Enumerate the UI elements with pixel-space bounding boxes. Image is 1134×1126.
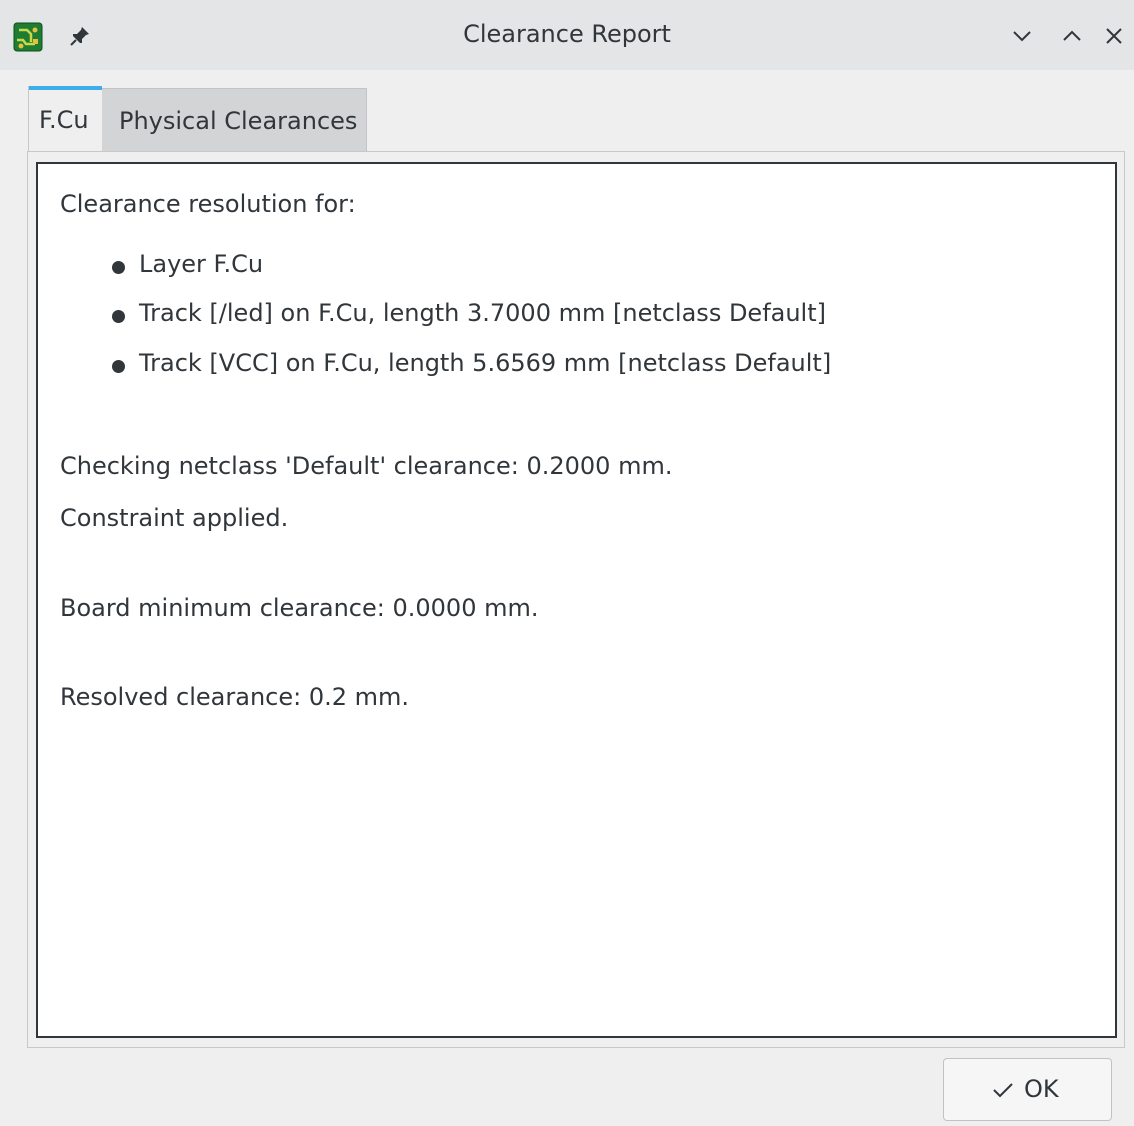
- ok-label: OK: [1024, 1075, 1059, 1103]
- tab-physical-clearances[interactable]: Physical Clearances: [102, 88, 367, 152]
- window-title: Clearance Report: [463, 20, 671, 48]
- tab-label: Physical Clearances: [119, 107, 358, 135]
- report-board-min: Board minimum clearance: 0.0000 mm.: [60, 594, 539, 622]
- tab-f-cu[interactable]: F.Cu: [28, 86, 102, 152]
- bullet-icon: [112, 310, 125, 323]
- ok-button[interactable]: OK: [943, 1058, 1112, 1121]
- clearance-report-dialog: Clearance Report F.Cu Physical Clearance…: [0, 0, 1134, 1126]
- close-icon[interactable]: [1100, 22, 1128, 50]
- check-icon: [993, 1083, 1013, 1098]
- report-checking: Checking netclass 'Default' clearance: 0…: [60, 452, 673, 480]
- bullet-icon: [112, 360, 125, 373]
- report-item: Track [/led] on F.Cu, length 3.7000 mm […: [139, 299, 826, 327]
- chevron-down-icon[interactable]: [1008, 22, 1036, 50]
- title-bar[interactable]: Clearance Report: [0, 0, 1134, 70]
- report-item: Track [VCC] on F.Cu, length 5.6569 mm [n…: [139, 349, 832, 377]
- report-heading: Clearance resolution for:: [60, 190, 356, 218]
- report-view[interactable]: Clearance resolution for: Layer F.Cu Tra…: [36, 162, 1117, 1038]
- tab-label: F.Cu: [39, 106, 89, 134]
- report-resolved: Resolved clearance: 0.2 mm.: [60, 683, 410, 711]
- active-tab-indicator: [29, 86, 102, 90]
- report-applied: Constraint applied.: [60, 504, 289, 532]
- report-item: Layer F.Cu: [139, 250, 264, 278]
- bullet-icon: [112, 261, 125, 274]
- chevron-up-icon[interactable]: [1058, 22, 1086, 50]
